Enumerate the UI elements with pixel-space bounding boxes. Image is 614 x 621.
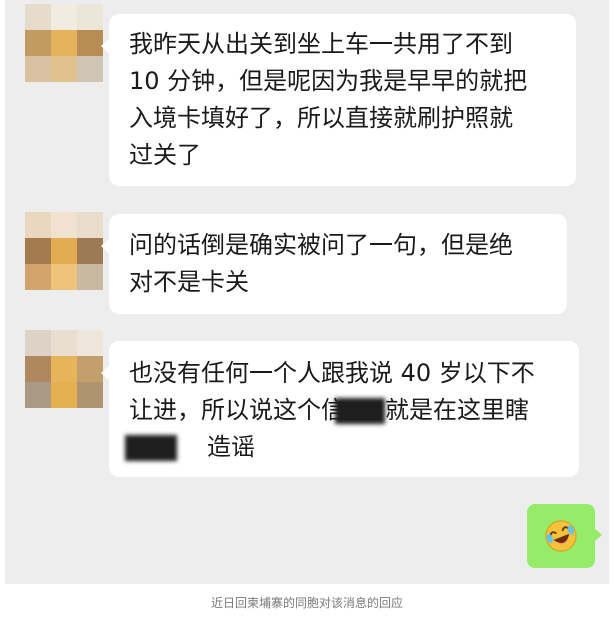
chat-window: 我昨天从出关到坐上车一共用了不到 10 分钟，但是呢因为我是早早的就把 入境卡填… bbox=[5, 0, 609, 584]
message-text-line: 入境卡填好了，所以直接就刷护照就 bbox=[129, 104, 513, 132]
image-caption: 近日回柬埔寨的同胞对该消息的回应 bbox=[210, 596, 403, 610]
blurred-avatar[interactable] bbox=[25, 330, 103, 408]
message-text-fragment: 就是在这里瞎 bbox=[385, 396, 529, 424]
message-text-fragment: 造谣 bbox=[207, 433, 255, 461]
message-text-line: 让进，所以说这个信 就是在这里瞎 bbox=[129, 392, 561, 429]
message-text-line: 问的话倒是确实被问了一句，但是绝 bbox=[129, 231, 513, 259]
reply-bubble[interactable] bbox=[527, 504, 602, 568]
blurred-avatar[interactable] bbox=[25, 4, 103, 82]
censored-text-redaction bbox=[125, 435, 177, 461]
message-text-line: 10 分钟，但是呢因为我是早早的就把 bbox=[129, 67, 528, 95]
message-text-line: 我昨天从出关到坐上车一共用了不到 bbox=[129, 30, 513, 58]
message-bubble[interactable]: 我昨天从出关到坐上车一共用了不到 10 分钟，但是呢因为我是早早的就把 入境卡填… bbox=[101, 14, 576, 186]
message-text-line: 也没有任何一个人跟我说 40 岁以下不 bbox=[129, 359, 535, 387]
message-text-line: 对不是卡关 bbox=[129, 268, 249, 296]
message-text-line: 过关了 bbox=[129, 141, 201, 169]
message-text-line: 造谣 bbox=[125, 429, 561, 466]
censored-text-redaction bbox=[335, 398, 385, 424]
message-text-fragment: 让进，所以说这个信 bbox=[129, 396, 345, 424]
message-bubble[interactable]: 问的话倒是确实被问了一句，但是绝 对不是卡关 bbox=[101, 214, 567, 314]
message-bubble[interactable]: 也没有任何一个人跟我说 40 岁以下不 让进，所以说这个信 就是在这里瞎 造谣 bbox=[101, 341, 579, 477]
blurred-avatar[interactable] bbox=[25, 212, 103, 290]
laughing-crying-emoji-icon bbox=[545, 520, 577, 552]
